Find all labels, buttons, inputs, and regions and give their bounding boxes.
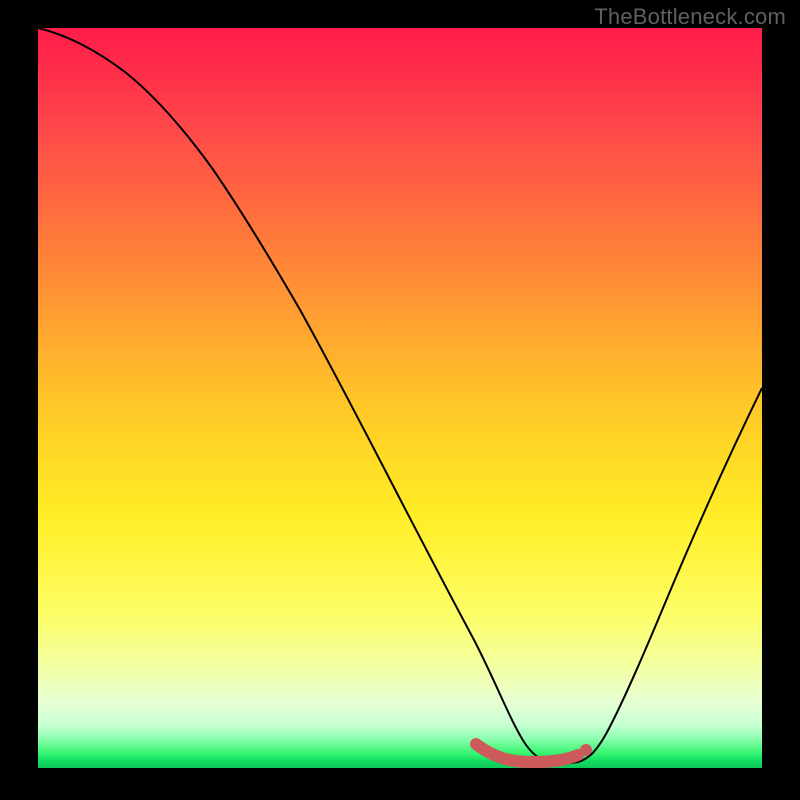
curve-svg (38, 28, 762, 768)
marker-dot (580, 744, 592, 756)
plot-area (38, 28, 762, 768)
bottleneck-curve (38, 28, 762, 764)
watermark-text: TheBottleneck.com (594, 4, 786, 30)
chart-container: TheBottleneck.com (0, 0, 800, 800)
